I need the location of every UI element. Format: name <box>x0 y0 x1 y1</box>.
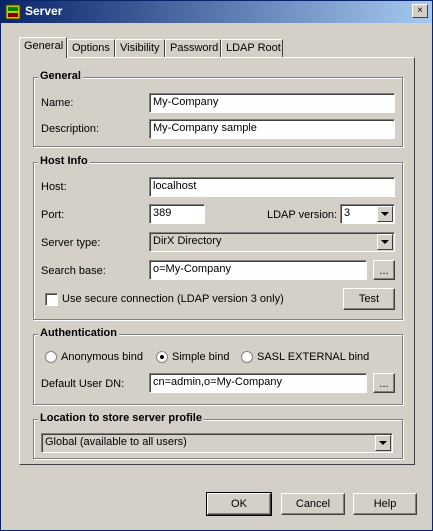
chevron-down-icon[interactable] <box>377 234 393 250</box>
anonymous-bind-radio[interactable] <box>45 351 57 363</box>
window-title: Server <box>25 4 63 18</box>
default-user-dn-field[interactable]: cn=admin,o=My-Company <box>149 373 367 393</box>
authentication-group-title: Authentication <box>38 327 119 339</box>
host-info-group-title: Host Info <box>38 155 90 167</box>
search-base-label: Search base: <box>41 265 106 277</box>
port-field[interactable]: 389 <box>149 204 205 224</box>
tab-visibility[interactable]: Visibility <box>115 39 165 57</box>
host-label: Host: <box>41 181 67 193</box>
tab-options[interactable]: Options <box>67 39 115 57</box>
test-button[interactable]: Test <box>343 288 395 310</box>
search-base-browse-button[interactable]: ... <box>373 260 395 280</box>
tab-ldap-root[interactable]: LDAP Root <box>221 39 283 57</box>
chevron-down-icon[interactable] <box>375 435 391 451</box>
server-app-icon <box>5 4 21 20</box>
name-field[interactable]: My-Company <box>149 93 395 113</box>
secure-connection-checkbox[interactable] <box>45 293 58 306</box>
default-user-dn-label: Default User DN: <box>41 378 125 390</box>
close-icon: × <box>417 5 423 16</box>
chevron-down-icon[interactable] <box>377 206 393 222</box>
help-button[interactable]: Help <box>353 493 417 515</box>
ldap-version-label: LDAP version: <box>267 209 338 221</box>
search-base-field[interactable]: o=My-Company <box>149 260 367 280</box>
general-group-title: General <box>38 70 83 82</box>
name-label: Name: <box>41 97 74 109</box>
tab-password[interactable]: Password <box>165 39 221 57</box>
simple-bind-radio[interactable] <box>156 351 168 363</box>
simple-bind-label: Simple bind <box>172 351 230 363</box>
anonymous-bind-label: Anonymous bind <box>61 351 143 363</box>
ldap-version-value: 3 <box>344 207 351 219</box>
server-type-select[interactable]: DirX Directory <box>149 232 395 252</box>
location-value: Global (available to all users) <box>45 436 187 448</box>
secure-connection-label: Use secure connection (LDAP version 3 on… <box>62 293 284 305</box>
cancel-button[interactable]: Cancel <box>281 493 345 515</box>
location-select[interactable]: Global (available to all users) <box>41 433 393 453</box>
sasl-external-bind-radio[interactable] <box>241 351 253 363</box>
server-type-label: Server type: <box>41 237 101 249</box>
ok-button[interactable]: OK <box>206 492 272 516</box>
user-dn-browse-button[interactable]: ... <box>373 373 395 393</box>
authentication-group: Authentication <box>33 327 403 405</box>
location-group-title: Location to store server profile <box>38 412 204 424</box>
description-field[interactable]: My-Company sample <box>149 119 395 139</box>
tab-general[interactable]: General <box>19 37 67 58</box>
close-button[interactable]: × <box>412 4 428 18</box>
description-label: Description: <box>41 123 100 135</box>
server-dialog: Server × General Options Visibility Pass… <box>0 0 433 531</box>
server-type-value: DirX Directory <box>153 235 222 247</box>
ldap-version-select[interactable]: 3 <box>340 204 395 224</box>
port-label: Port: <box>41 209 65 221</box>
title-bar[interactable]: Server × <box>1 1 432 23</box>
host-field[interactable]: localhost <box>149 177 395 197</box>
sasl-external-bind-label: SASL EXTERNAL bind <box>257 351 370 363</box>
